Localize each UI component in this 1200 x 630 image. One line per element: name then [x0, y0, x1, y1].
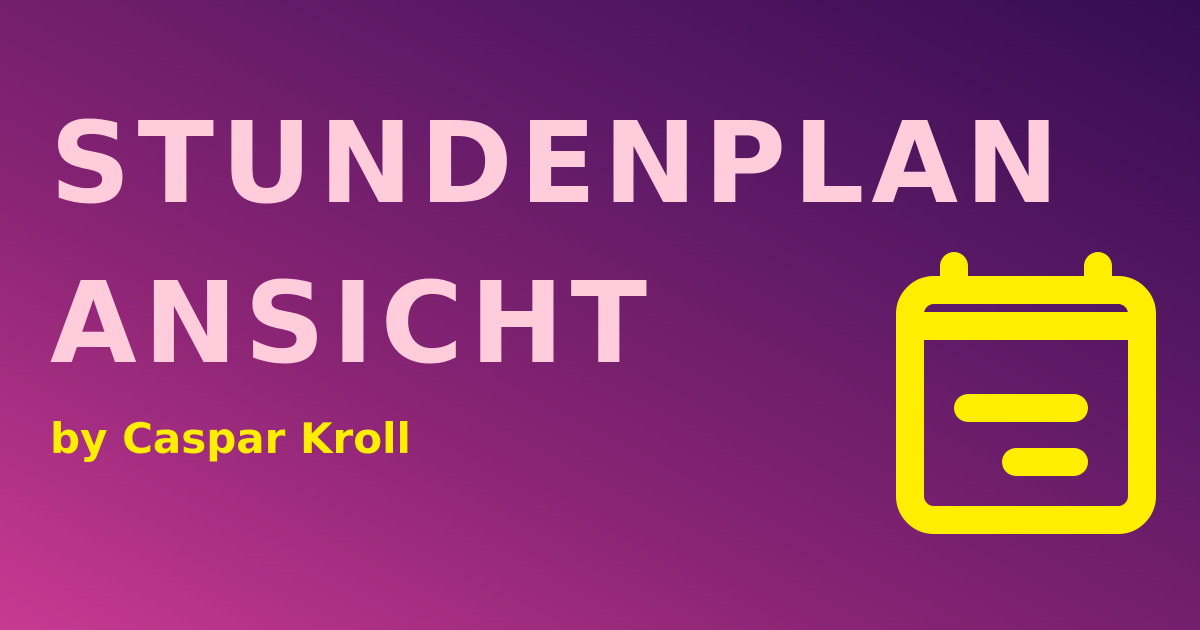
title-line-1: STUNDENPLAN	[50, 99, 1066, 229]
calendar-icon	[896, 252, 1156, 534]
author-byline: by Caspar Kroll	[50, 414, 411, 463]
banner: STUNDENPLAN ANSICHT by Caspar Kroll	[0, 0, 1200, 630]
title-line-2: ANSICHT	[50, 259, 655, 389]
